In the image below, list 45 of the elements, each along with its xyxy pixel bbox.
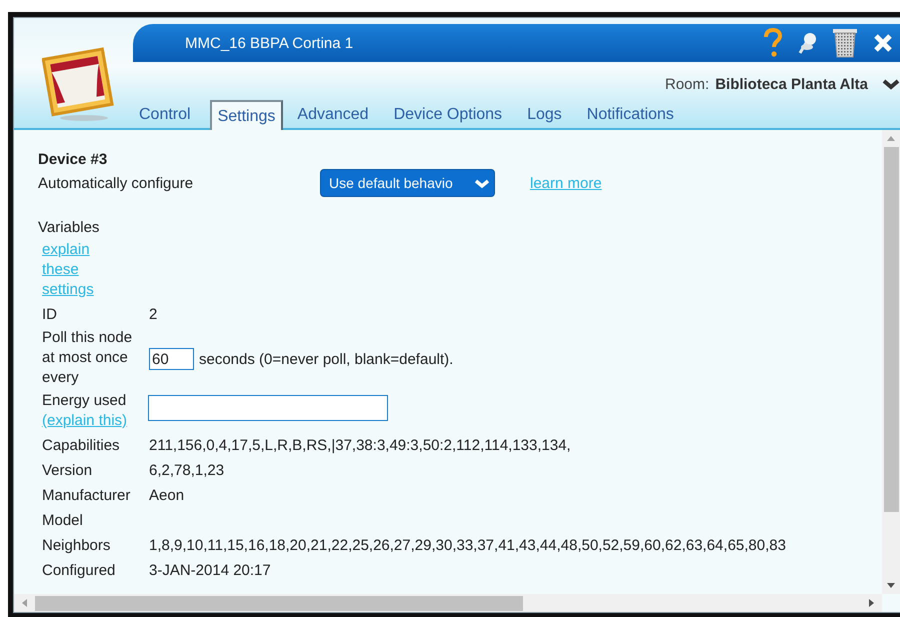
scroll-up-icon[interactable] [886,134,896,143]
horizontal-scrollbar[interactable] [14,594,882,612]
tab[interactable]: Settings [210,100,284,130]
field-label: Manufacturer [42,486,132,506]
tab[interactable]: Advanced [291,100,380,128]
field-label: Poll this node at most once every [42,328,133,388]
field-value: 2 [149,305,158,325]
poll-interval-field[interactable]: 60 [149,348,194,370]
field-label: Energy used [42,391,128,411]
window-title: MMC_16 BBPA Cortina 1 [185,34,354,52]
field-label: Capabilities [42,436,121,456]
tab[interactable]: Control [133,100,202,128]
room-label: Room: [665,76,710,92]
field-value: Aeon [149,486,186,506]
field-value: 1,8,9,10,11,15,16,18,20,21,22,25,26,27,29,30,33,37,41,43,44,48,50,52,59,60,62,63,64,65,80,83 [149,536,787,556]
help-icon[interactable] [762,28,782,58]
chevron-down-icon [474,178,490,189]
field-value: 3-JAN-2014 20:17 [149,561,272,581]
field-label: Neighbors [42,536,112,556]
device-heading: Device #3 [38,150,108,170]
scrollbar-thumb[interactable] [884,147,898,512]
scroll-down-icon[interactable] [886,581,896,590]
field-value: 211,156,0,4,17,5,L,R,B,RS,|37,38:3,49:3,50:2,112,114,133,134, [149,436,572,456]
tab[interactable]: Notifications [580,100,685,128]
scrollbar-thumb[interactable] [35,596,523,610]
energy-field[interactable] [148,395,388,421]
variables-label: Variables [38,218,100,238]
field-note: seconds (0=never poll, blank=default). [199,350,454,368]
room-name: Biblioteca Planta Alta [715,76,868,92]
close-icon[interactable] [872,32,894,54]
vertical-scrollbar[interactable] [882,130,900,594]
chevron-down-icon[interactable] [882,77,900,91]
field-value: 6,2,78,1,23 [149,461,226,481]
auto-configure-label: Automatically configure [38,174,194,192]
field-label: Configured [42,561,116,581]
scroll-right-icon[interactable] [867,598,876,608]
tab[interactable]: Device Options [388,100,514,128]
scroll-left-icon[interactable] [20,598,29,608]
field-label: Model [42,511,84,531]
behavior-dropdown[interactable]: Use default behavio [320,169,495,197]
field-label: ID [42,305,58,325]
pin-icon[interactable] [796,31,818,55]
field-label: Version [42,461,94,481]
trash-icon[interactable] [832,27,858,59]
tab[interactable]: Logs [521,100,573,128]
